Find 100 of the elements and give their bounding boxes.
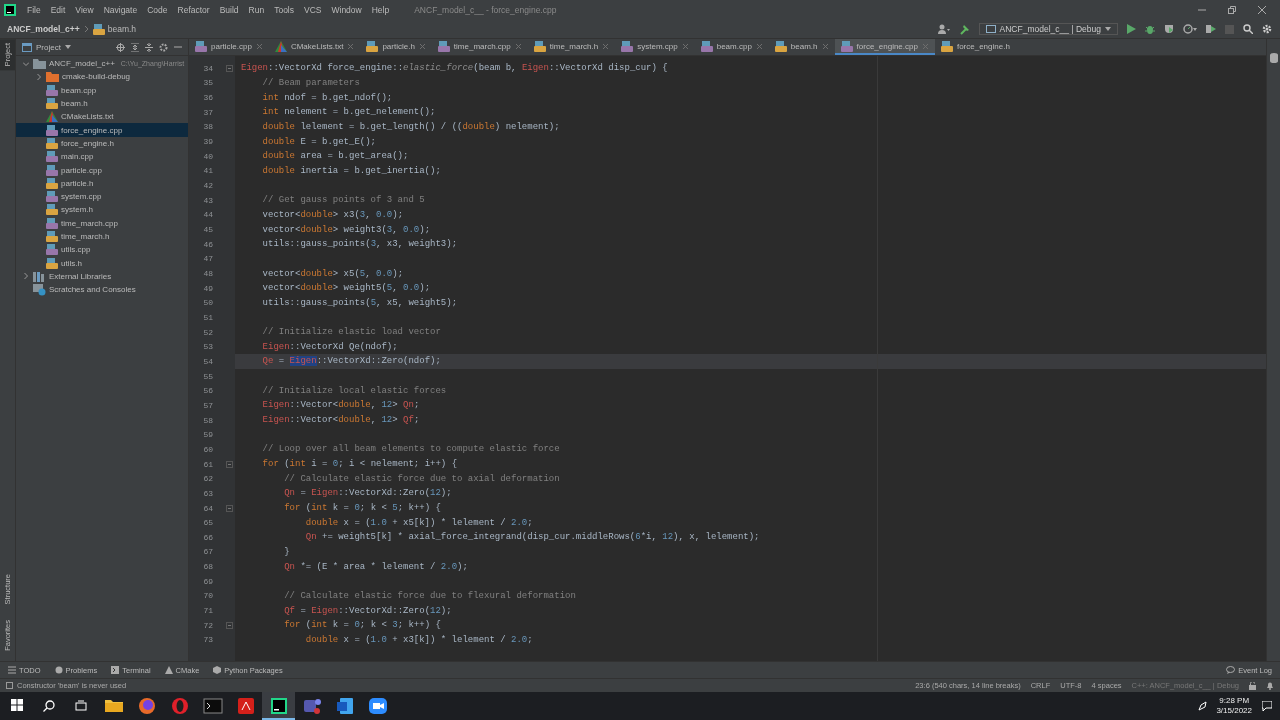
user-icon[interactable] <box>937 24 950 34</box>
line-number: 42 <box>202 181 213 191</box>
list-icon <box>8 666 16 674</box>
menu-item[interactable]: Window <box>326 5 367 15</box>
code-line: Qn *= (E * area * lelement / 2.0); <box>283 561 468 572</box>
fold-icon[interactable] <box>226 621 233 629</box>
scratches-icon <box>33 283 46 296</box>
breadcrumb-item[interactable]: ANCF_model_c++ <box>7 24 80 34</box>
menu-item[interactable]: Navigate <box>98 5 143 15</box>
settings-icon[interactable] <box>1262 24 1272 34</box>
lock-icon[interactable] <box>1249 681 1256 690</box>
project-view-dropdown[interactable]: Project <box>22 42 71 52</box>
menu-item[interactable]: Tools <box>269 5 299 15</box>
tree-item[interactable]: cmake-build-debug <box>16 70 188 84</box>
tree-item[interactable]: utils.cpp <box>16 243 188 257</box>
line-number: 61 <box>202 459 213 469</box>
pen-icon[interactable] <box>1198 701 1209 711</box>
cpp-file-icon <box>621 40 634 52</box>
collapse-all-icon[interactable] <box>145 42 153 52</box>
search-icon[interactable] <box>43 700 55 712</box>
hammer-icon[interactable] <box>958 23 970 35</box>
tree-item[interactable]: utils.h <box>16 256 188 270</box>
editor-tab[interactable]: CMakeLists.txt <box>268 39 361 55</box>
code-line: for (int k = 0; k < 5; k++) { <box>283 503 441 513</box>
editor-tab[interactable]: particle.cpp <box>189 39 269 55</box>
header-file-icon <box>92 23 105 35</box>
editor-tab[interactable]: time_march.cpp <box>431 39 528 55</box>
editor-tab[interactable]: force_engine.h <box>934 39 1016 55</box>
code-line: for (int i = 0; i < nelement; i++) { <box>261 459 458 470</box>
line-number: 44 <box>202 210 213 220</box>
database-icon[interactable] <box>1269 53 1278 63</box>
tree-item[interactable]: time_march.h <box>16 229 188 244</box>
menu-item[interactable]: Code <box>142 5 173 15</box>
tree-item[interactable]: force_engine.h <box>16 136 188 151</box>
line-number: 71 <box>202 606 213 616</box>
attach-icon[interactable] <box>1206 24 1216 34</box>
task-view-icon[interactable] <box>75 700 87 712</box>
caret-icon <box>64 45 71 49</box>
menu-item[interactable]: Refactor <box>172 5 215 15</box>
tree-item[interactable]: force_engine.cpp <box>16 123 188 137</box>
tree-item[interactable]: system.h <box>16 203 188 217</box>
menu-item[interactable]: Help <box>366 5 395 15</box>
editor-tab[interactable]: beam.h <box>768 39 835 55</box>
expand-all-icon[interactable] <box>131 42 139 52</box>
tree-item[interactable]: beam.h <box>16 96 188 111</box>
line-number: 73 <box>202 635 213 645</box>
fold-icon[interactable] <box>226 65 233 72</box>
tree-item[interactable]: particle.cpp <box>16 163 188 177</box>
line-number: 57 <box>202 400 213 410</box>
notification-icon[interactable] <box>1262 701 1272 711</box>
close-icon[interactable] <box>1258 6 1266 14</box>
tree-item[interactable]: External Libraries <box>16 269 188 284</box>
editor-tab[interactable]: beam.cpp <box>694 39 769 55</box>
menu-item[interactable]: View <box>70 5 99 15</box>
line-number: 56 <box>202 386 213 396</box>
cpp-file-icon <box>46 191 58 203</box>
menu-item[interactable]: Edit <box>45 5 71 15</box>
menu-item[interactable]: File <box>22 5 46 15</box>
cmake-file-icon <box>274 40 287 52</box>
tree-item-label: ANCF_model_c++ <box>49 59 115 69</box>
line-number: 64 <box>202 503 213 513</box>
tree-item[interactable]: particle.h <box>16 176 188 190</box>
code-line: int nelement = b.get_nelement(); <box>261 107 436 118</box>
run-icon[interactable] <box>1127 24 1136 34</box>
gauge-icon[interactable] <box>1183 24 1197 34</box>
code-line: Qf = Eigen::VectorXd::Zero(12); <box>283 605 452 616</box>
editor-tab[interactable]: time_march.h <box>527 39 616 55</box>
cpp-file-icon <box>700 40 713 52</box>
cpp-file-icon <box>46 151 58 163</box>
bell-icon[interactable] <box>1266 681 1274 690</box>
search-icon[interactable] <box>1243 24 1253 34</box>
code-line: vector<double> weight3(3, 0.0); <box>261 224 431 235</box>
editor-tab[interactable]: particle.h <box>360 39 432 55</box>
code-line: utils::gauss_points(3, x3, weight3); <box>261 239 458 250</box>
shield-icon[interactable] <box>1164 24 1174 34</box>
editor-tab[interactable]: system.cpp <box>615 39 695 55</box>
tree-item[interactable]: system.cpp <box>16 189 188 204</box>
taskbar-app[interactable] <box>262 692 295 720</box>
fold-icon[interactable] <box>226 504 233 512</box>
tree-item[interactable]: time_march.cpp <box>16 216 188 230</box>
tree-item[interactable]: main.cpp <box>16 150 188 164</box>
bug-icon[interactable] <box>1145 24 1155 34</box>
menu-item[interactable]: Run <box>243 5 270 15</box>
fold-icon[interactable] <box>226 460 233 468</box>
editor-tab[interactable]: force_engine.cpp <box>834 39 935 55</box>
code-line: // Calculate elastic force due to flexural deformation <box>283 590 576 601</box>
settings-icon[interactable] <box>159 42 168 52</box>
header-file-icon <box>46 257 58 269</box>
tree-item[interactable]: CMakeLists.txt <box>16 110 188 124</box>
locate-icon[interactable] <box>116 42 125 52</box>
app-logo-icon <box>4 4 16 16</box>
line-number: 40 <box>202 151 213 161</box>
menu-item[interactable]: VCS <box>299 5 327 15</box>
tree-item[interactable]: beam.cpp <box>16 83 188 97</box>
menu-item[interactable]: Build <box>214 5 244 15</box>
tree-item[interactable]: Scratches and Consoles <box>16 283 188 297</box>
run-configuration-dropdown[interactable]: ANCF_model_c__ | Debug <box>978 23 1118 35</box>
restore-icon[interactable] <box>1228 6 1236 14</box>
chevron-icon <box>83 25 89 33</box>
breadcrumb-item[interactable]: beam.h <box>107 24 137 34</box>
